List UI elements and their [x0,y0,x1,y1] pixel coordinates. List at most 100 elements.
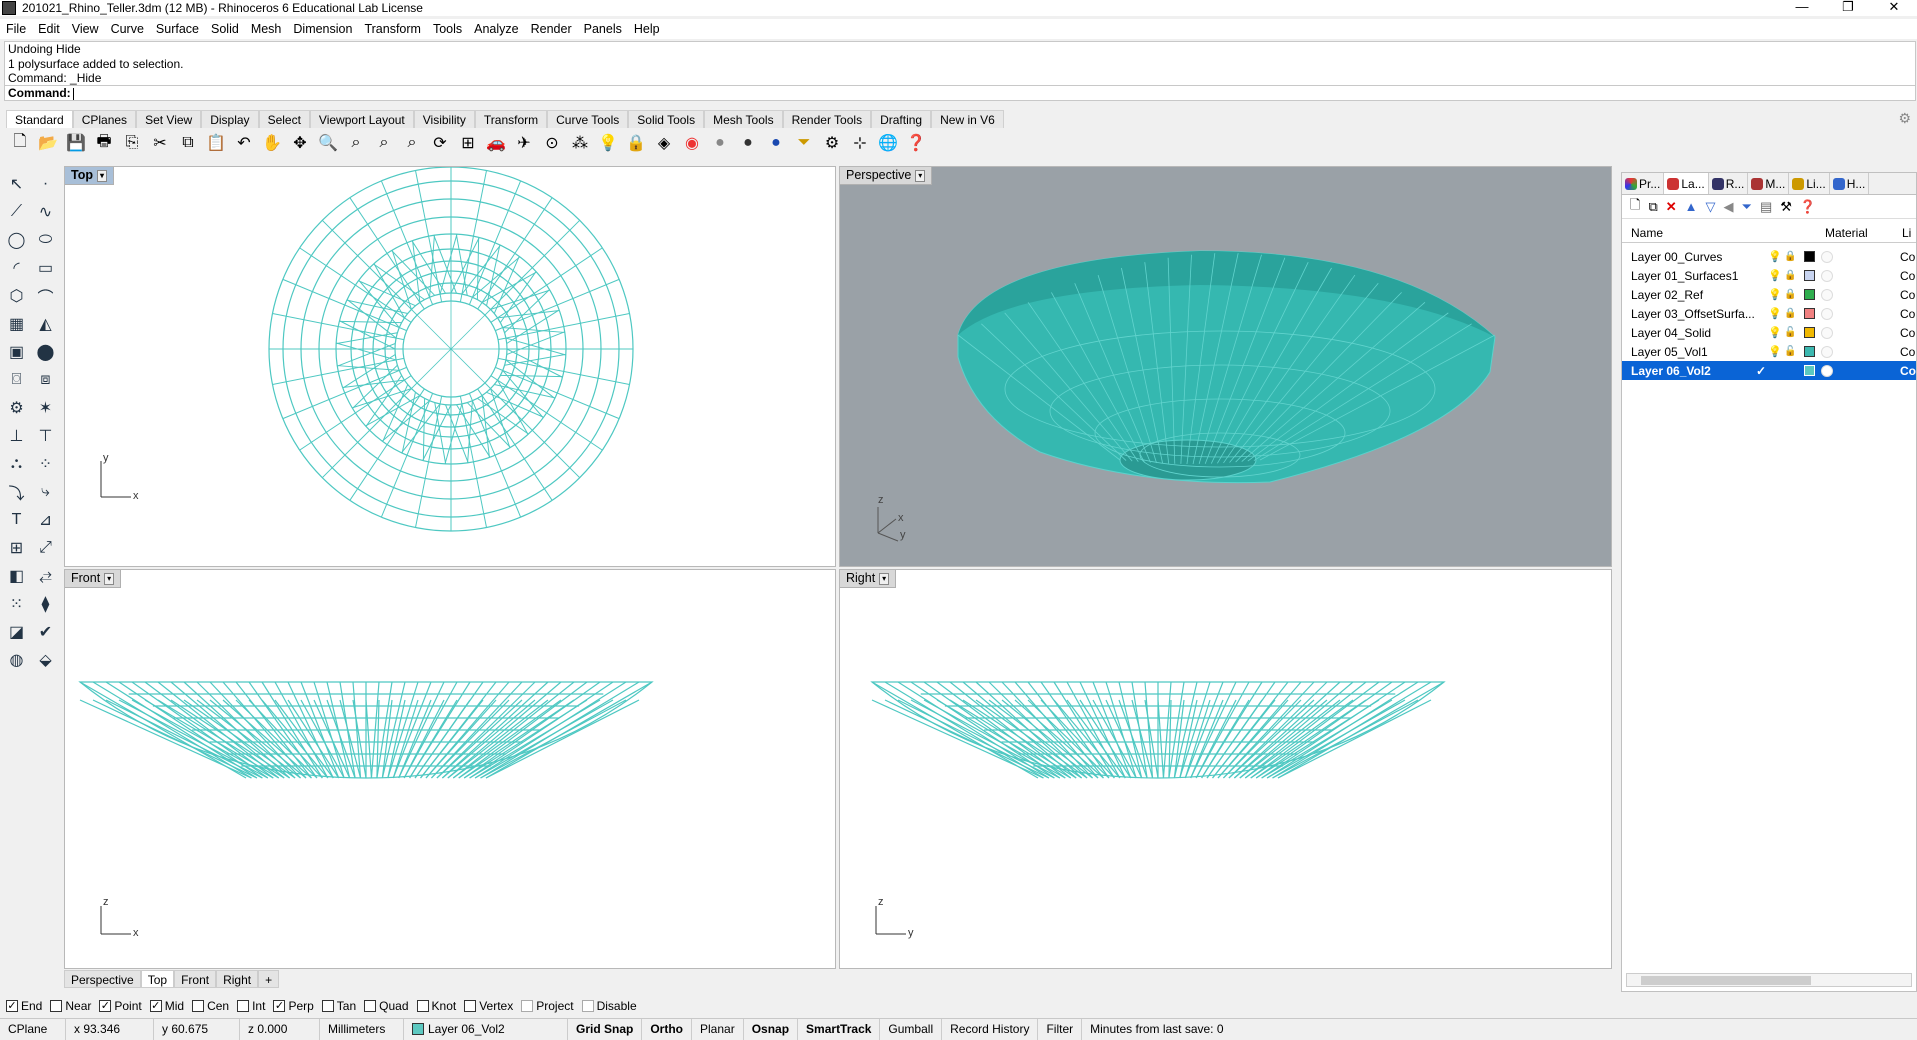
polygon-icon[interactable]: ⬡ [2,282,31,310]
rebuild-icon[interactable]: ⤷ [31,478,60,506]
mesh-tool-icon[interactable]: ⚙ [2,394,31,422]
lightbulb-icon[interactable]: 💡 [1768,269,1782,282]
blue-box-icon[interactable]: ◧ [2,562,31,590]
menu-view[interactable]: View [66,22,105,36]
checkbox[interactable]: ✓ [149,1000,162,1012]
tab-render-tools[interactable]: Render Tools [782,110,872,128]
menu-panels[interactable]: Panels [578,22,628,36]
four-viewports-icon[interactable]: ⊞ [454,131,482,155]
text-icon[interactable]: T [2,506,31,534]
checkbox[interactable]: ✓ [6,1000,18,1012]
minimize-button[interactable]: — [1779,0,1825,16]
unlock-icon[interactable]: 🔓 [1784,327,1796,338]
ortho-toggle[interactable]: Ortho [642,1018,693,1040]
viewport-front[interactable]: Front ▾ z x [64,569,836,969]
osnap-mid[interactable]: ✓ Mid [149,999,184,1013]
osnap-tan[interactable]: Tan [321,999,356,1013]
render-icon[interactable]: ● [734,131,762,155]
align-icon[interactable]: ⧫ [31,590,60,618]
join-icon[interactable]: ⤵ [2,478,31,506]
osnap-knot[interactable]: Knot [416,999,456,1013]
lightbulb-off-icon[interactable]: 💡 [1768,345,1782,358]
close-button[interactable]: ✕ [1871,0,1917,16]
layer-color-swatch[interactable] [1804,346,1815,357]
move-down-icon[interactable]: ▽ [1706,199,1716,215]
lightbulb-icon[interactable]: 💡 [1768,288,1782,301]
tab-cplanes[interactable]: CPlanes [72,110,137,128]
tab-display[interactable]: Display [201,110,259,128]
shade-icon[interactable]: ● [706,131,734,155]
osnap-disable[interactable]: Disable [581,999,637,1013]
checkbox[interactable]: ✓ [99,1000,112,1012]
layer-row[interactable]: Layer 01_Surfaces1 💡 🔒 Co [1622,266,1916,285]
material-sphere-icon[interactable] [1821,288,1833,301]
open-file-icon[interactable]: 📂 [34,131,62,155]
layer-row[interactable]: Layer 04_Solid 💡 🔓 Co [1622,323,1916,342]
layer-color-swatch[interactable] [1804,251,1815,262]
move-icon[interactable]: ⊞ [2,534,31,562]
material-sphere-icon[interactable] [1821,269,1833,282]
tab-drafting[interactable]: Drafting [871,110,932,128]
material-icon[interactable]: ◈ [650,131,678,155]
zoom-selected-icon[interactable]: ⌕ [398,131,426,155]
viewport-top[interactable]: Top ▾ y x [64,166,836,567]
checkbox[interactable] [521,1000,534,1012]
osnap-point[interactable]: ✓ Point [99,999,142,1013]
analyze-icon[interactable]: ◪ [2,618,31,646]
checkbox[interactable]: ✓ [273,1000,286,1012]
sphere-icon[interactable]: ● [762,131,790,155]
move-up-icon[interactable]: ▲ [1685,199,1698,214]
menu-curve[interactable]: Curve [105,22,150,36]
scrollbar-thumb[interactable] [1641,976,1811,985]
layer-color-swatch[interactable] [1804,289,1815,300]
color-wheel-icon[interactable]: ◉ [678,131,706,155]
layer-color-swatch[interactable] [1804,308,1815,319]
layer-row[interactable]: Layer 05_Vol1 💡 🔓 Co [1622,342,1916,361]
checkbox[interactable] [464,1000,477,1012]
checkbox[interactable] [192,1000,205,1012]
material-sphere-icon[interactable] [1821,364,1833,377]
lock-icon[interactable]: 🔒 [1784,251,1796,262]
osnap-end[interactable]: ✓ End [6,999,42,1013]
osnap-int[interactable]: Int [237,999,265,1013]
lock-icon[interactable]: 🔒 [1784,308,1796,319]
osnap-near[interactable]: Near [50,999,91,1013]
layer-row[interactable]: Layer 00_Curves 💡 🔒 Co [1622,247,1916,266]
polyline-icon[interactable]: ⟋ [2,198,31,226]
layer-row[interactable]: Layer 03_OffsetSurfa... 💡 🔒 Co [1622,304,1916,323]
cut-icon[interactable]: ✂ [146,131,174,155]
arc-icon[interactable]: ◜ [2,254,31,282]
osnap-perp[interactable]: ✓ Perp [273,999,314,1013]
tab-curve-tools[interactable]: Curve Tools [547,110,629,128]
col-linetype[interactable]: Li [1902,226,1911,240]
menu-surface[interactable]: Surface [150,22,205,36]
surface-from-points-icon[interactable]: ▦ [2,310,31,338]
new-file-icon[interactable]: 🗋 [6,131,34,155]
gumball-toggle[interactable]: Gumball [880,1018,943,1040]
osnap-project[interactable]: Project [521,999,574,1013]
select-arrow-icon[interactable]: ↖ [2,170,31,198]
print-icon[interactable]: 🖶 [90,131,118,155]
gumball-icon[interactable]: ⥄ [31,562,60,590]
menu-dimension[interactable]: Dimension [287,22,358,36]
layer-color-swatch[interactable] [1804,365,1815,376]
rectangle-icon[interactable]: ▭ [31,254,60,282]
ungroup-icon[interactable]: ⁘ [31,450,60,478]
menu-analyze[interactable]: Analyze [468,22,524,36]
menu-tools[interactable]: Tools [427,22,468,36]
checkbox[interactable] [416,1000,429,1012]
help-icon[interactable]: ❓ [902,131,930,155]
tab-help[interactable]: H... [1830,173,1870,194]
filter-icon[interactable]: ⏷ [790,131,818,155]
tab-render[interactable]: R... [1709,173,1749,194]
tab-transform[interactable]: Transform [474,110,548,128]
boolean-union-icon[interactable]: ⬤ [31,338,60,366]
units-status[interactable]: Millimeters [320,1018,404,1040]
tab-viewport-layout[interactable]: Viewport Layout [309,110,414,128]
array-icon[interactable]: ⁙ [2,590,31,618]
record-history-toggle[interactable]: Record History [942,1018,1039,1040]
split-icon[interactable]: ⊤ [31,422,60,450]
globe-icon[interactable]: 🌐 [874,131,902,155]
car-icon[interactable]: 🚗 [482,131,510,155]
checkbox[interactable] [581,1000,594,1012]
